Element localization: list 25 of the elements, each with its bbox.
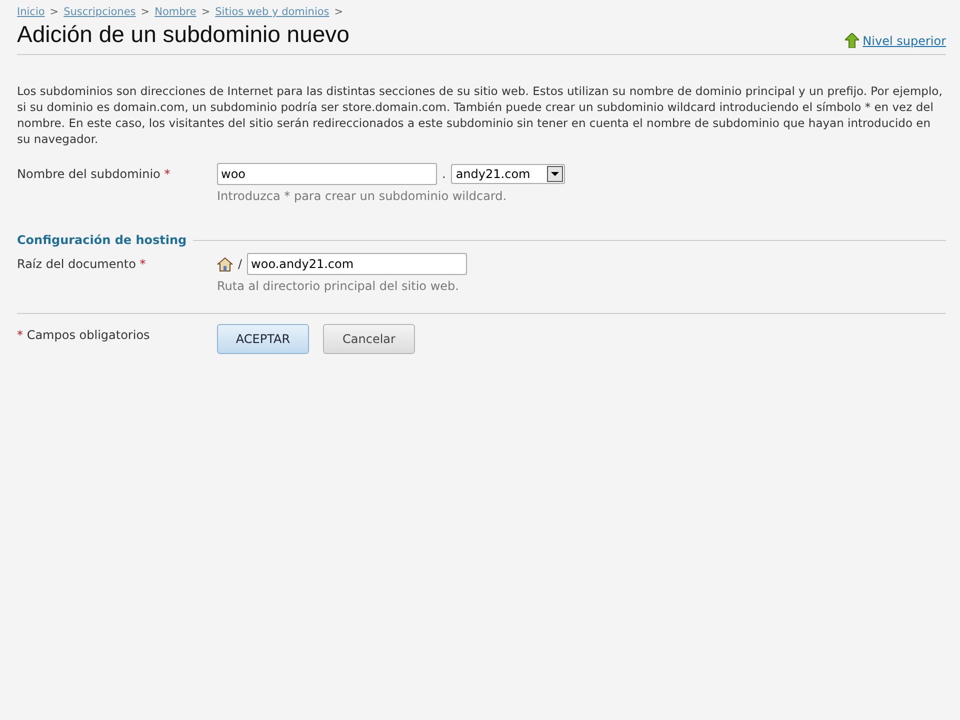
- accept-button[interactable]: ACEPTAR: [217, 324, 309, 354]
- field-label: Raíz del documento: [17, 257, 136, 271]
- breadcrumb-separator: >: [334, 6, 344, 18]
- hint-text: Ruta al directorio principal del sitio web.: [217, 279, 460, 293]
- document-root-input[interactable]: woo.andy21.com: [247, 253, 468, 275]
- up-arrow-icon: [844, 33, 859, 48]
- domain-dropdown[interactable]: andy21.com: [450, 164, 565, 184]
- required-mark: *: [17, 328, 23, 342]
- section-heading: Configuración de hosting: [17, 233, 187, 247]
- dot-separator: .: [442, 167, 446, 181]
- page-title: Adición de un subdominio nuevo: [17, 21, 350, 48]
- up-level-link[interactable]: Nivel superior: [862, 34, 946, 48]
- house-icon: [217, 256, 233, 272]
- field-label: Nombre del subdominio: [17, 167, 160, 181]
- hint-text: Introduzca * para crear un subdominio wildcard.: [217, 189, 508, 203]
- breadcrumb-separator: >: [50, 6, 59, 18]
- breadcrumb-separator: >: [140, 6, 150, 18]
- description-text: Los subdominios son direcciones de Internet para las distintas secciones de su sitio web. Estos utilizan su nombre de dominio principal y un prefijo. Por ejemplo, si su dominio es domain.com, un subdominio podría ser store.domain.com. También puede crear un subdominio wildcard introduciendo el símbolo * en vez del nombre. En este caso, los visitantes del sitio serán redireccionados a este subdominio sin tener en cuenta el nombre de subdominio que hayan introducido en su navegador.: [17, 83, 944, 147]
- required-fields-note: Campos obligatorios: [26, 328, 150, 342]
- required-mark: *: [140, 257, 146, 271]
- breadcrumb-separator: >: [201, 6, 210, 18]
- cancel-button[interactable]: Cancelar: [323, 324, 415, 354]
- subdomain-input[interactable]: woo: [217, 163, 437, 185]
- path-separator: /: [238, 257, 242, 271]
- required-mark: *: [164, 167, 170, 181]
